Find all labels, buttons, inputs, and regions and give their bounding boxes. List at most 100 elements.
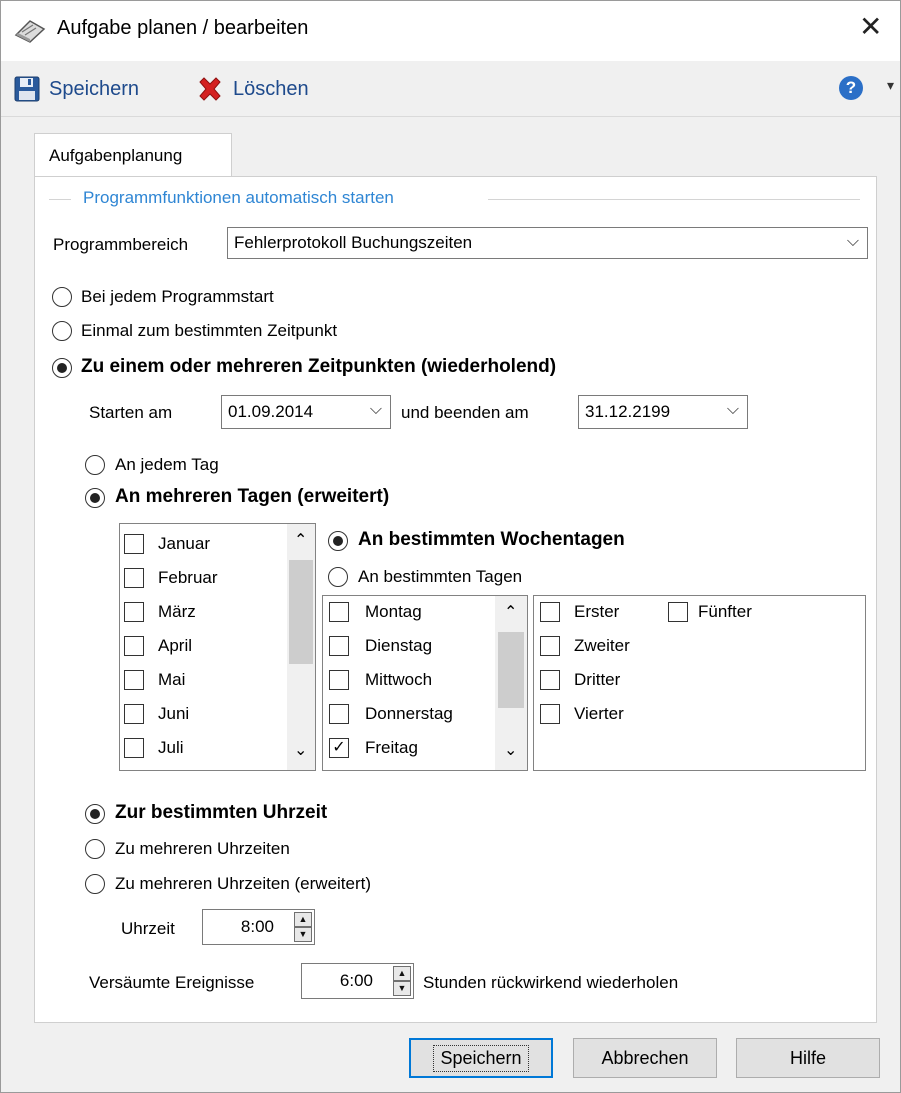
start-date-value: 01.09.2014 (228, 402, 314, 421)
checkbox[interactable] (329, 704, 349, 724)
missed-events-spinner[interactable]: 6:00 ▲ ▼ (301, 963, 414, 999)
radio-an-jedem-tag[interactable] (85, 455, 105, 475)
radio-bestimmte-uhrzeit[interactable] (85, 804, 105, 824)
months-scrollbar[interactable]: ⌃ ⌄ (287, 524, 315, 770)
help-dropdown-icon[interactable]: ▾ (887, 77, 894, 94)
radio-mehrere-uhrzeiten[interactable] (85, 839, 105, 859)
radio-bestimmte-tage[interactable] (328, 567, 348, 587)
window-title: Aufgabe planen / bearbeiten (57, 17, 309, 39)
uhrzeit-spinner[interactable]: 8:00 ▲ ▼ (202, 909, 315, 945)
month-item-juni[interactable]: Juni (124, 704, 189, 724)
checkbox[interactable] (124, 534, 144, 554)
checkbox[interactable] (540, 670, 560, 690)
spin-down-icon[interactable]: ▼ (393, 981, 411, 996)
month-item-juli[interactable]: Juli (124, 738, 184, 758)
month-label: Januar (158, 534, 210, 553)
toolbar-save-button[interactable]: Speichern (13, 71, 139, 107)
months-listbox[interactable]: Januar Februar März April Mai Juni Juli … (119, 523, 316, 771)
radio-label: Zu einem oder mehreren Zeitpunkten (wied… (81, 356, 557, 377)
checkbox[interactable] (540, 704, 560, 724)
checkbox[interactable] (329, 636, 349, 656)
close-icon[interactable]: ✕ (859, 13, 882, 41)
checkbox[interactable] (668, 602, 688, 622)
save-button[interactable]: Speichern (409, 1038, 553, 1078)
uhrzeit-value: 8:00 (240, 917, 274, 936)
radio-bestimmte-wochentage[interactable] (328, 531, 348, 551)
help-icon[interactable]: ? (839, 76, 863, 100)
start-date-picker[interactable]: 01.09.2014 ⌵ (221, 395, 391, 429)
checkbox-checked[interactable]: ✓ (329, 738, 349, 758)
tab-label: Aufgabenplanung (49, 146, 183, 165)
spin-down-icon[interactable]: ▼ (294, 927, 312, 942)
month-item-januar[interactable]: Januar (124, 534, 210, 554)
month-label: Februar (158, 568, 218, 587)
help-button[interactable]: Hilfe (736, 1038, 880, 1078)
toolbar: Speichern Löschen ? ▾ (1, 61, 900, 117)
weekdays-scrollbar[interactable]: ⌃ ⌄ (495, 596, 527, 770)
month-label: Juli (158, 738, 184, 757)
scroll-down-icon[interactable]: ⌄ (294, 740, 307, 760)
occurrence-listbox[interactable]: Erster Zweiter Dritter Vierter Fünfter (533, 595, 866, 771)
radio-label: An bestimmten Wochentagen (358, 529, 625, 550)
checkbox[interactable] (124, 636, 144, 656)
weekday-item-dienstag[interactable]: Dienstag (329, 636, 432, 656)
weekday-item-freitag[interactable]: ✓ Freitag (329, 738, 418, 758)
spin-up-icon[interactable]: ▲ (393, 966, 411, 981)
occurrence-label: Dritter (574, 670, 621, 689)
month-item-maerz[interactable]: März (124, 602, 196, 622)
month-item-april[interactable]: April (124, 636, 192, 656)
month-item-februar[interactable]: Februar (124, 568, 218, 588)
weekday-label: Freitag (365, 738, 418, 757)
weekday-item-montag[interactable]: Montag (329, 602, 422, 622)
month-label: Mai (158, 670, 186, 689)
occurrence-item-dritter[interactable]: Dritter (540, 670, 620, 690)
scroll-up-icon[interactable]: ⌃ (294, 530, 307, 550)
occurrence-label: Zweiter (574, 636, 630, 655)
weekdays-listbox[interactable]: Montag Dienstag Mittwoch Donnerstag ✓ Fre… (322, 595, 528, 771)
checkbox[interactable] (124, 704, 144, 724)
occurrence-item-erster[interactable]: Erster (540, 602, 619, 622)
occurrence-item-zweiter[interactable]: Zweiter (540, 636, 630, 656)
spin-up-icon[interactable]: ▲ (294, 912, 312, 927)
radio-mehrere-uhrzeiten-erweitert[interactable] (85, 874, 105, 894)
scroll-thumb[interactable] (289, 560, 313, 664)
checkbox[interactable] (540, 636, 560, 656)
toolbar-delete-label: Löschen (233, 77, 309, 100)
radio-einmal-zeitpunkt[interactable] (52, 321, 72, 341)
help-button-label: Hilfe (789, 1047, 826, 1068)
group-line-left (49, 199, 71, 200)
scroll-thumb[interactable] (498, 632, 524, 708)
month-label: April (158, 636, 193, 655)
checkbox[interactable] (329, 602, 349, 622)
checkbox[interactable] (124, 602, 144, 622)
cancel-button[interactable]: Abbrechen (573, 1038, 717, 1078)
radio-label: An bestimmten Tagen (358, 567, 523, 586)
toolbar-save-label: Speichern (49, 77, 140, 100)
month-item-mai[interactable]: Mai (124, 670, 185, 690)
end-date-picker[interactable]: 31.12.2199 ⌵ (578, 395, 748, 429)
radio-wiederholend[interactable] (52, 358, 72, 378)
checkbox[interactable] (540, 602, 560, 622)
scroll-down-icon[interactable]: ⌄ (504, 740, 517, 760)
occurrence-item-fuenfter[interactable]: Fünfter (668, 602, 752, 622)
checkbox[interactable] (124, 568, 144, 588)
checkbox[interactable] (124, 738, 144, 758)
radio-label: Zu mehreren Uhrzeiten (erweitert) (115, 874, 372, 893)
tab-aufgabenplanung[interactable]: Aufgabenplanung (34, 133, 232, 177)
chevron-down-icon: ⌵ (369, 401, 382, 418)
programmbereich-select[interactable]: Fehlerprotokoll Buchungszeiten ⌵ (227, 227, 868, 259)
weekday-item-donnerstag[interactable]: Donnerstag (329, 704, 453, 724)
occurrence-label: Erster (574, 602, 620, 621)
scroll-up-icon[interactable]: ⌃ (504, 602, 517, 622)
checkbox[interactable] (124, 670, 144, 690)
radio-label: Zu mehreren Uhrzeiten (115, 839, 290, 858)
missed-events-suffix: Stunden rückwirkend wiederholen (423, 973, 679, 992)
weekday-item-mittwoch[interactable]: Mittwoch (329, 670, 432, 690)
programmbereich-label: Programmbereich (53, 235, 189, 254)
occurrence-item-vierter[interactable]: Vierter (540, 704, 624, 724)
radio-label: An mehreren Tagen (erweitert) (115, 486, 390, 507)
toolbar-delete-button[interactable]: Löschen (195, 71, 309, 107)
radio-bei-jedem-programmstart[interactable] (52, 287, 72, 307)
radio-an-mehreren-tagen[interactable] (85, 488, 105, 508)
checkbox[interactable] (329, 670, 349, 690)
